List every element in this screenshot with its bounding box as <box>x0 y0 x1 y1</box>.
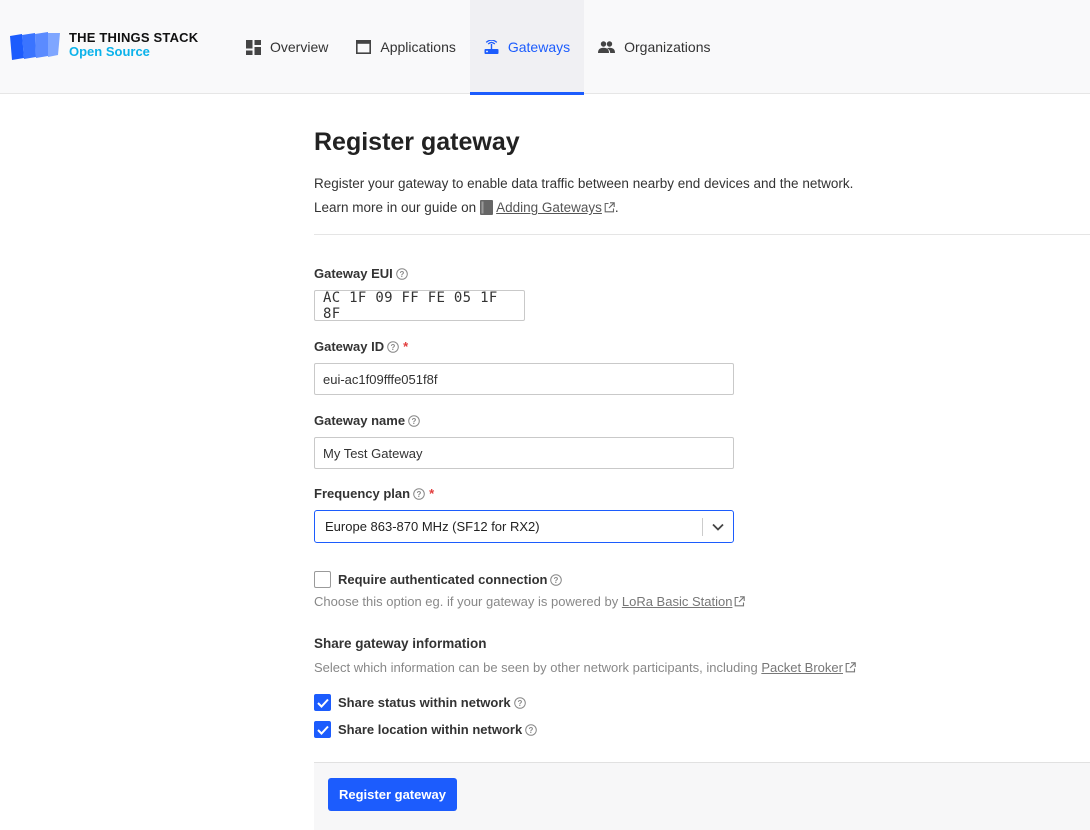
select-separator <box>702 518 703 536</box>
page-title: Register gateway <box>314 128 520 156</box>
required-mark: * <box>403 339 409 354</box>
brand-logo[interactable]: THE THINGS STACK Open Source <box>8 29 198 63</box>
adding-gateways-link[interactable]: Adding Gateways <box>496 200 602 215</box>
share-location-row: Share location within network ? <box>314 721 538 738</box>
frequency-plan-label-text: Frequency plan <box>314 486 411 501</box>
form-footer: Register gateway <box>314 762 1090 830</box>
top-header: THE THINGS STACK Open Source Overview Ap… <box>0 0 1090 95</box>
window-icon <box>356 40 372 54</box>
lora-basic-station-link[interactable]: LoRa Basic Station <box>622 594 733 609</box>
help-icon[interactable]: ? <box>395 267 408 280</box>
required-mark: * <box>429 486 435 501</box>
svg-text:?: ? <box>417 490 422 499</box>
dashboard-icon <box>246 39 261 55</box>
nav-overview-label: Overview <box>270 39 329 55</box>
gateway-name-label-text: Gateway name <box>314 413 406 428</box>
page-description: Register your gateway to enable data tra… <box>314 176 854 191</box>
gateway-name-input[interactable]: My Test Gateway <box>314 437 734 469</box>
brand-title: THE THINGS STACK <box>69 30 199 45</box>
svg-text:?: ? <box>529 726 534 735</box>
section-divider <box>314 234 1090 235</box>
chevron-down-icon[interactable] <box>711 520 725 534</box>
external-link-icon <box>845 662 856 673</box>
people-icon <box>598 41 616 53</box>
nav-organizations[interactable]: Organizations <box>584 0 724 94</box>
nav-organizations-label: Organizations <box>624 39 711 55</box>
share-status-checkbox[interactable] <box>314 694 331 711</box>
help-icon[interactable]: ? <box>408 414 420 427</box>
register-gateway-button[interactable]: Register gateway <box>328 778 457 811</box>
logo-mark-icon <box>10 32 60 60</box>
require-auth-label[interactable]: Require authenticated connection <box>338 572 547 587</box>
gateway-id-input[interactable]: eui-ac1f09fffe051f8f <box>314 363 734 395</box>
external-link-icon <box>604 202 615 213</box>
share-location-checkbox[interactable] <box>314 721 331 738</box>
gateway-name-label: Gateway name ? <box>314 413 420 428</box>
help-icon[interactable]: ? <box>387 340 399 353</box>
share-status-label[interactable]: Share status within network <box>338 695 511 710</box>
gateway-id-label: Gateway ID ? * <box>314 339 408 354</box>
nav-applications[interactable]: Applications <box>342 0 470 94</box>
help-icon[interactable]: ? <box>413 487 425 500</box>
guide-line: Learn more in our guide on Adding Gatewa… <box>314 200 619 215</box>
nav-overview[interactable]: Overview <box>232 0 342 94</box>
gateway-id-label-text: Gateway ID <box>314 339 385 354</box>
nav-applications-label: Applications <box>380 39 456 55</box>
guide-prefix: Learn more in our guide on <box>314 200 477 215</box>
require-auth-hint: Choose this option eg. if your gateway i… <box>314 594 746 609</box>
main-nav: Overview Applications Gateways Organizat… <box>232 0 725 95</box>
svg-text:?: ? <box>391 343 396 352</box>
gateway-eui-label: Gateway EUI ? <box>314 266 408 281</box>
svg-text:?: ? <box>554 576 559 585</box>
share-hint-text: Select which information can be seen by … <box>314 660 758 675</box>
help-icon[interactable]: ? <box>525 723 538 736</box>
require-auth-checkbox[interactable] <box>314 571 331 588</box>
book-icon <box>480 200 494 215</box>
share-hint: Select which information can be seen by … <box>314 660 856 675</box>
packet-broker-link[interactable]: Packet Broker <box>761 660 843 675</box>
brand-subtitle: Open Source <box>69 44 150 59</box>
help-icon[interactable]: ? <box>513 696 526 709</box>
nav-gateways[interactable]: Gateways <box>469 0 585 95</box>
checkmark-icon <box>316 725 329 735</box>
nav-gateways-label: Gateways <box>507 39 571 55</box>
external-link-icon <box>735 596 746 607</box>
share-location-label[interactable]: Share location within network <box>338 722 522 737</box>
checkmark-icon <box>316 698 329 708</box>
require-auth-hint-text: Choose this option eg. if your gateway i… <box>314 594 619 609</box>
frequency-plan-select[interactable]: Europe 863-870 MHz (SF12 for RX2) <box>314 510 734 543</box>
svg-text:?: ? <box>399 270 404 279</box>
frequency-plan-value: Europe 863-870 MHz (SF12 for RX2) <box>325 519 540 534</box>
share-section-title: Share gateway information <box>314 636 487 651</box>
svg-text:?: ? <box>412 417 417 426</box>
svg-text:?: ? <box>517 699 522 708</box>
guide-suffix: . <box>614 200 619 215</box>
require-auth-row: Require authenticated connection ? <box>314 571 563 588</box>
frequency-plan-label: Frequency plan ? * <box>314 486 434 501</box>
router-icon <box>484 39 499 54</box>
share-status-row: Share status within network ? <box>314 694 526 711</box>
help-icon[interactable]: ? <box>550 573 563 586</box>
gateway-eui-label-text: Gateway EUI <box>314 266 393 281</box>
gateway-eui-input[interactable]: AC 1F 09 FF FE 05 1F 8F <box>314 290 525 322</box>
